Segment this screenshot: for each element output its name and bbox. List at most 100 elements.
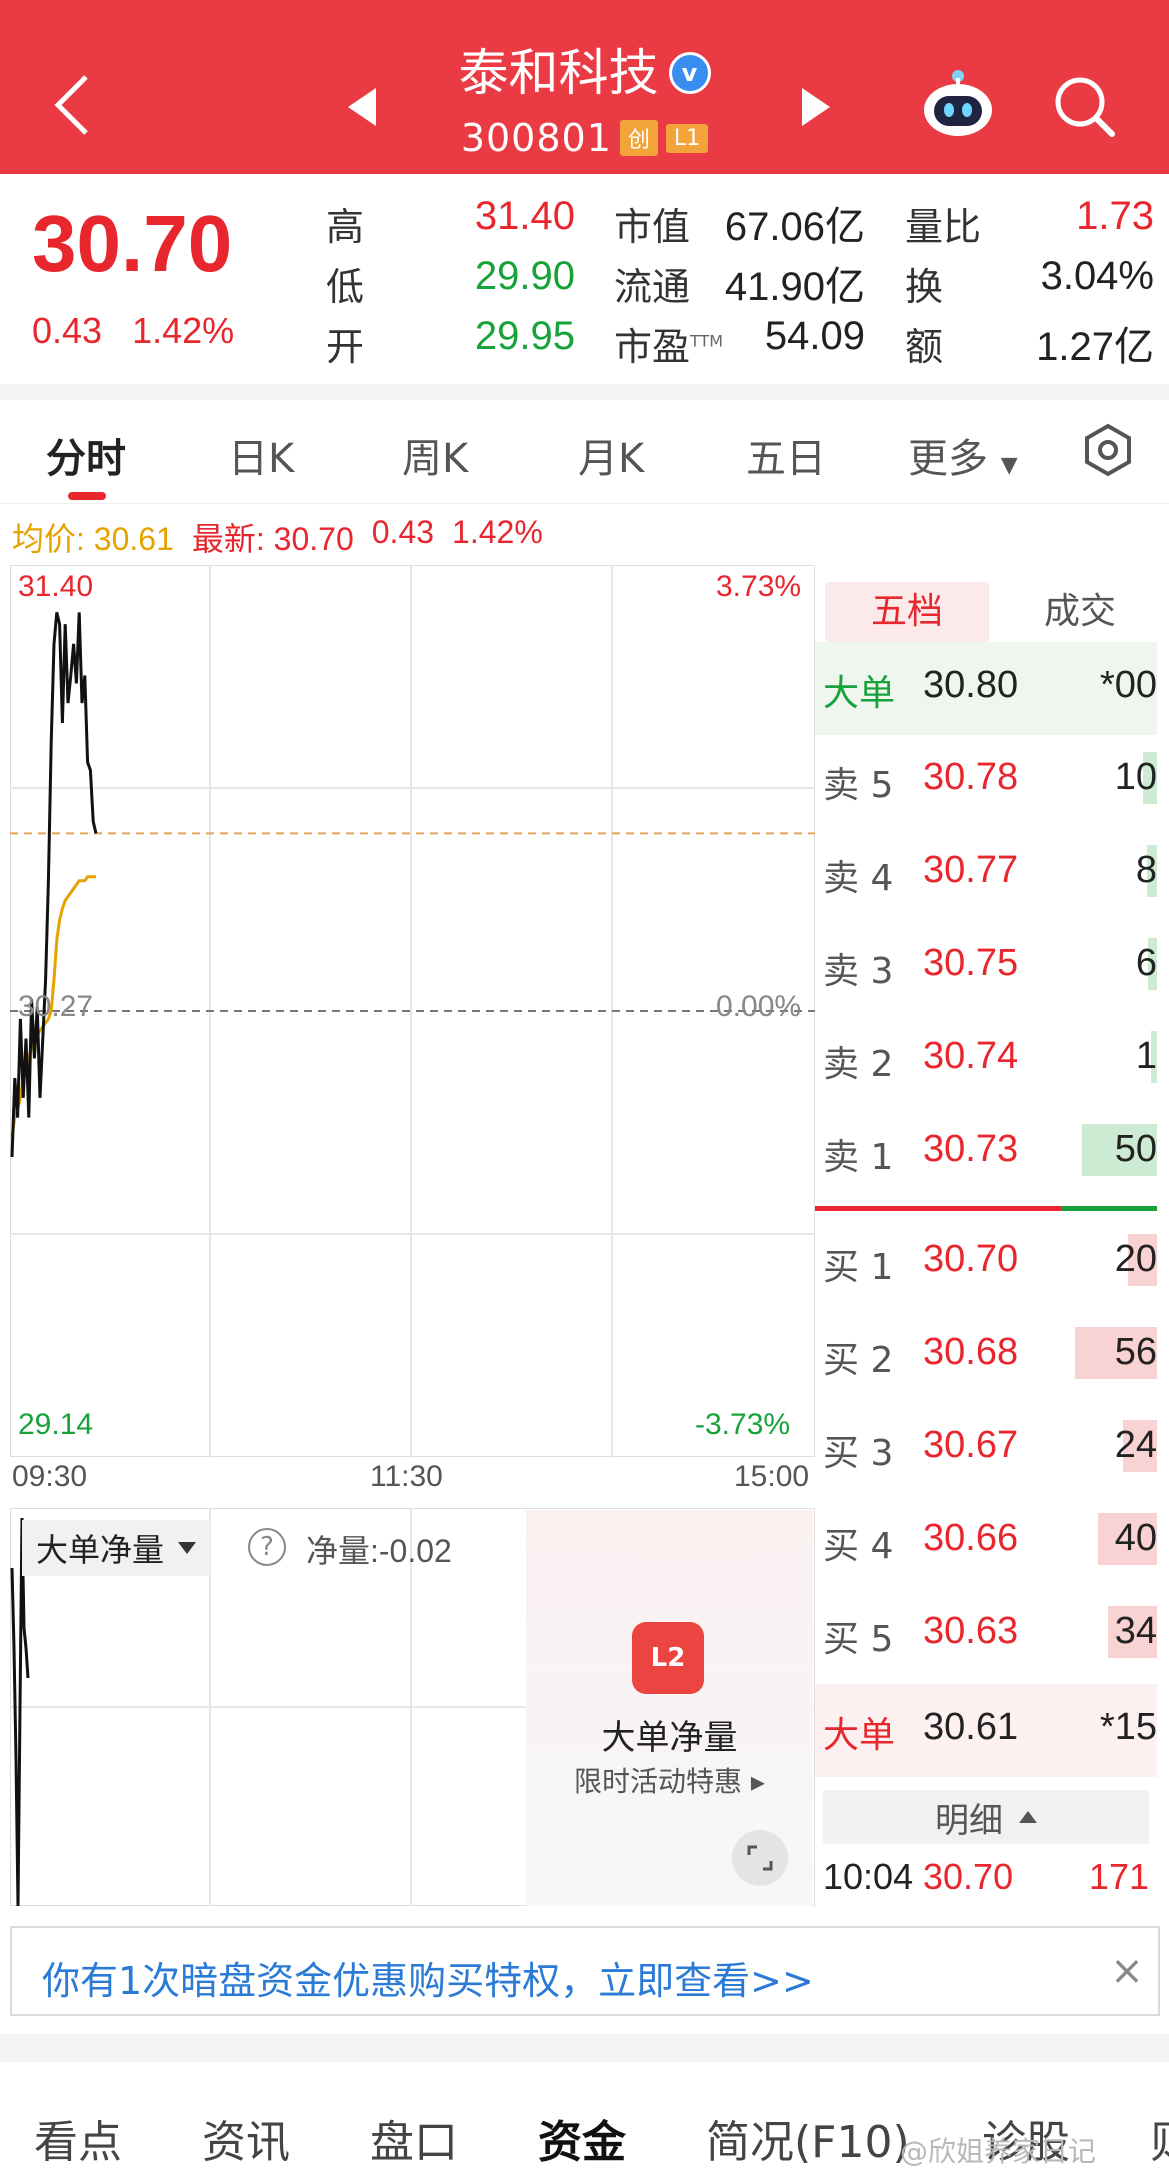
low-label: 低	[326, 265, 365, 309]
indicator-selector[interactable]: 大单净量	[22, 1520, 211, 1576]
y-axis-mid: 30.27	[18, 990, 94, 1023]
quote-panel: 30.70 0.43 1.42% 高 低 开 31.40 29.90 29.95…	[0, 174, 1169, 384]
tab-trades[interactable]: 成交	[1015, 582, 1145, 642]
help-icon[interactable]: ?	[248, 1528, 286, 1566]
ask-price: 30.74	[923, 1035, 1019, 1077]
ask-row: 卖 2 30.74 1	[815, 1013, 1157, 1106]
ask-volume: 8	[1135, 849, 1157, 891]
ask-row: 卖 5 30.78 10	[815, 734, 1157, 827]
dark-pool-offer-banner[interactable]: 你有1次暗盘资金优惠购买特权，立即查看>> ×	[10, 1926, 1160, 2016]
bid-volume: 40	[1114, 1517, 1157, 1559]
tab-order-book[interactable]: 盘口	[370, 2106, 458, 2170]
tab-intraday[interactable]: 分时	[46, 426, 126, 484]
mcap-label: 市值	[614, 205, 691, 249]
tab-weekly-k[interactable]: 周K	[402, 426, 468, 484]
intraday-info-line: 均价: 30.61 最新: 30.70 0.43 1.42%	[12, 514, 543, 560]
pct-axis-top: 3.73%	[716, 570, 802, 603]
close-icon[interactable]: ×	[1102, 1946, 1152, 1996]
promo-subtitle[interactable]: 限时活动特惠 ▸	[526, 1760, 813, 1800]
bid-row: 买 5 30.63 34	[815, 1588, 1157, 1681]
big-bid-row: 大单 30.61 *15	[815, 1684, 1157, 1777]
detail-toggle[interactable]: 明细	[823, 1790, 1149, 1844]
pct-axis-bottom: -3.73%	[695, 1408, 791, 1441]
stock-name: 泰和科技	[458, 44, 659, 102]
chart-settings-button[interactable]	[1080, 422, 1136, 478]
mcap-value: 67.06亿	[724, 205, 865, 249]
triangle-right-icon	[802, 88, 830, 126]
float-value: 41.90亿	[724, 265, 865, 309]
robot-icon	[924, 70, 992, 136]
high-label: 高	[326, 205, 365, 249]
ask-price: 30.78	[923, 756, 1019, 798]
search-button[interactable]	[1050, 72, 1120, 142]
bid-level-label: 买 2	[823, 1340, 894, 1381]
high-value: 31.40	[474, 194, 575, 238]
ask-level-label: 卖 2	[823, 1044, 894, 1085]
ask-level-label: 卖 4	[823, 858, 894, 899]
bid-row: 买 3 30.67 24	[815, 1402, 1157, 1495]
ask-price: 30.75	[923, 942, 1019, 984]
promo-title: 大单净量	[601, 1718, 738, 1758]
expand-chart-button[interactable]	[732, 1830, 788, 1886]
open-label: 开	[326, 325, 365, 369]
bid-price: 30.66	[923, 1517, 1019, 1559]
turnover-label: 换	[905, 265, 944, 309]
ask-level-label: 卖 3	[823, 951, 894, 992]
bid-row: 买 2 30.68 56	[815, 1309, 1157, 1402]
bid-ratio-segment	[815, 1206, 1061, 1211]
low-value: 29.90	[474, 254, 575, 298]
tab-more[interactable]: 更多 ▼	[908, 426, 1018, 484]
ask-volume: 1	[1135, 1035, 1157, 1077]
ask-volume: 50	[1114, 1128, 1157, 1170]
turnover-value: 3.04%	[1040, 254, 1154, 298]
bid-row: 买 1 30.70 20	[815, 1216, 1157, 1309]
active-tab-indicator	[68, 492, 106, 500]
tab-profile-f10[interactable]: 简况(F10)	[706, 2106, 910, 2170]
ask-volume: 6	[1135, 942, 1157, 984]
bid-level-label: 买 4	[823, 1526, 894, 1567]
pct-axis-mid: 0.00%	[716, 990, 802, 1023]
tab-daily-k[interactable]: 日K	[228, 426, 294, 484]
ask-price: 30.77	[923, 849, 1019, 891]
vol-ratio-label: 量比	[905, 205, 982, 249]
bid-volume: 24	[1114, 1424, 1157, 1466]
last-price: 30.70	[32, 199, 233, 288]
bid-price: 30.70	[923, 1238, 1019, 1280]
level-tag: L1	[665, 123, 709, 153]
hexagon-settings-icon	[1085, 423, 1131, 477]
next-stock-button[interactable]	[790, 82, 840, 132]
tab-monthly-k[interactable]: 月K	[578, 426, 644, 484]
l2-promo-card[interactable]: L2 大单净量 限时活动特惠 ▸	[526, 1510, 813, 1906]
robot-assistant-button[interactable]	[918, 64, 998, 144]
board-tag: 创	[619, 120, 658, 156]
amount-value: 1.27亿	[1036, 325, 1154, 369]
bid-level-label: 买 3	[823, 1433, 894, 1474]
separator	[0, 384, 1169, 400]
avg-price-text: 均价: 30.61	[12, 521, 174, 557]
tab-five-day[interactable]: 五日	[746, 426, 826, 484]
tab-five-levels[interactable]: 五档	[825, 582, 989, 642]
bid-volume: 56	[1114, 1331, 1157, 1373]
separator	[0, 2034, 1169, 2062]
stock-header: 泰和科技 v 300801 创 L1	[0, 0, 1169, 174]
watermark-text: @欣姐养家日记	[900, 2135, 1097, 2168]
amount-label: 额	[905, 325, 944, 369]
chart-tabs: 分时 日K 周K 月K 五日 更多 ▼	[0, 400, 1169, 504]
latest-price-text: 最新: 30.70	[191, 521, 354, 557]
tab-capital[interactable]: 资金	[538, 2106, 626, 2170]
bid-volume: 20	[1114, 1238, 1157, 1280]
y-axis-bottom: 29.14	[18, 1408, 94, 1441]
price-change: 0.43	[32, 310, 103, 351]
intraday-chart[interactable]	[10, 565, 815, 1457]
stock-title: 泰和科技 v	[459, 38, 711, 108]
bid-volume: 34	[1114, 1610, 1157, 1652]
expand-icon	[747, 1845, 773, 1871]
pe-value: 54.09	[764, 314, 865, 358]
search-icon	[1055, 77, 1115, 137]
bid-ask-ratio-bar	[815, 1206, 1157, 1211]
tab-highlights[interactable]: 看点	[34, 2106, 122, 2170]
verified-icon: v	[668, 52, 711, 94]
tab-news[interactable]: 资讯	[202, 2106, 290, 2170]
tab-finance[interactable]: 则	[1150, 2106, 1169, 2170]
banner-text[interactable]: 你有1次暗盘资金优惠购买特权，立即查看>>	[42, 1950, 814, 2005]
